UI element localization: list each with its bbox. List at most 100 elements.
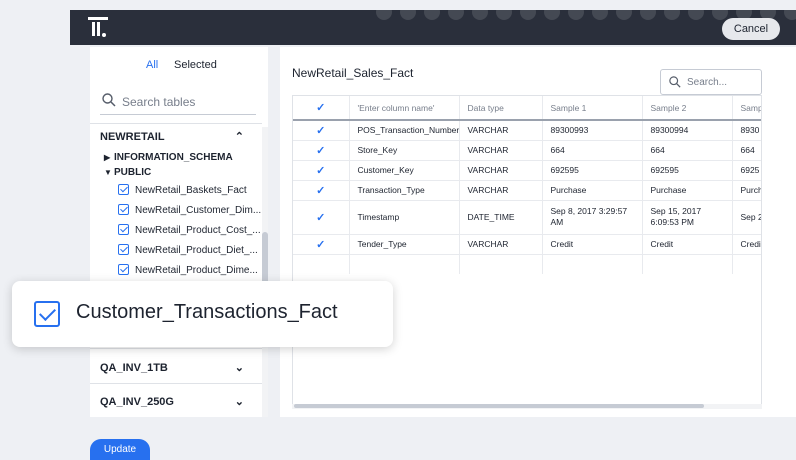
caret-right-icon[interactable]: ▶ xyxy=(104,153,114,162)
table-cell: Purchase xyxy=(542,180,643,201)
table-name: NewRetail_Product_Dime... xyxy=(135,265,258,276)
table-cell: Tender_Type xyxy=(349,234,460,255)
table-row: ✓ Tender_Type VARCHAR Credit Credit Cred… xyxy=(293,234,761,255)
chevron-down-icon[interactable]: ⌄ xyxy=(235,395,244,408)
decorative-dot xyxy=(544,10,560,20)
table-row: ✓ Store_Key VARCHAR 664 664 664 xyxy=(293,140,761,161)
table-row-empty xyxy=(293,254,761,274)
table-cell: VARCHAR xyxy=(459,160,543,181)
table-cell: Purchase xyxy=(642,180,733,201)
decorative-dot xyxy=(592,10,608,20)
decorative-dot xyxy=(616,10,632,20)
database-row-qa-inv-250g[interactable]: QA_INV_250G ⌄ xyxy=(90,388,262,416)
table-cell: 664 xyxy=(642,140,733,161)
search-icon xyxy=(669,76,681,88)
table-cell: VARCHAR xyxy=(459,140,543,161)
search-columns-input[interactable]: Search... xyxy=(660,69,762,95)
row-checkbox[interactable]: ✓ xyxy=(293,180,350,201)
table-item[interactable]: NewRetail_Customer_Dim... xyxy=(118,204,261,220)
decorative-dot xyxy=(568,10,584,20)
decorative-dot xyxy=(472,10,488,20)
column-header: Sample 2 xyxy=(642,96,733,121)
tabs: All Selected xyxy=(90,47,268,79)
checkbox-checked-icon[interactable] xyxy=(118,204,129,215)
database-name: NEWRETAIL xyxy=(100,131,165,143)
table-cell: VARCHAR xyxy=(459,120,543,141)
table-cell: Timestamp xyxy=(349,200,460,235)
table-cell: Purch xyxy=(732,180,761,201)
thoughtspot-logo-icon xyxy=(88,17,108,39)
decorative-dot xyxy=(688,10,704,20)
column-preview-panel: NewRetail_Sales_Fact Search... ✓ 'Enter … xyxy=(280,47,796,417)
table-cell: Credit xyxy=(542,234,643,255)
cancel-button[interactable]: Cancel xyxy=(722,18,780,40)
tab-all[interactable]: All xyxy=(146,59,158,71)
decorative-dot xyxy=(424,10,440,20)
top-bar: Cancel xyxy=(70,10,796,45)
table-selector-panel: All Selected Search tables NEWRETAIL ⌃ ▶… xyxy=(90,47,268,417)
table-cell: VARCHAR xyxy=(459,180,543,201)
table-cell: 89300994 xyxy=(642,120,733,141)
decorative-dot xyxy=(640,10,656,20)
decorative-dot xyxy=(400,10,416,20)
decorative-dot xyxy=(784,10,796,20)
table-cell: POS_Transaction_Number xyxy=(349,120,460,141)
table-cell: VARCHAR xyxy=(459,234,543,255)
decorative-dot xyxy=(496,10,512,20)
chevron-up-icon[interactable]: ⌃ xyxy=(235,130,244,143)
column-header: Sample 1 xyxy=(542,96,643,121)
row-checkbox[interactable]: ✓ xyxy=(293,160,350,181)
tab-selected[interactable]: Selected xyxy=(174,59,217,71)
column-header: Data type xyxy=(459,96,543,121)
update-button[interactable]: Update xyxy=(90,439,150,460)
columns-table: ✓ 'Enter column name' Data type Sample 1… xyxy=(292,95,762,405)
checkbox-checked-icon[interactable] xyxy=(118,184,129,195)
table-cell: Transaction_Type xyxy=(349,180,460,201)
table-item[interactable]: NewRetail_Product_Dime... xyxy=(118,264,258,280)
schema-row-public[interactable]: ▼ PUBLIC xyxy=(104,167,151,178)
schema-name: INFORMATION_SCHEMA xyxy=(114,152,233,163)
database-row-qa-inv-1tb[interactable]: QA_INV_1TB ⌄ xyxy=(90,354,262,382)
decorative-dot xyxy=(448,10,464,20)
column-header: 'Enter column name' xyxy=(349,96,460,121)
checkbox-checked-icon[interactable] xyxy=(118,244,129,255)
chevron-down-icon[interactable]: ⌄ xyxy=(235,361,244,374)
table-name: NewRetail_Customer_Dim... xyxy=(135,205,262,216)
schema-name: PUBLIC xyxy=(114,167,152,178)
table-item[interactable]: NewRetail_Baskets_Fact xyxy=(118,184,247,200)
table-cell: 692595 xyxy=(642,160,733,181)
caret-down-icon[interactable]: ▼ xyxy=(104,168,114,177)
row-checkbox[interactable]: ✓ xyxy=(293,234,350,255)
checkbox-checked-icon[interactable] xyxy=(118,224,129,235)
select-all-checkbox[interactable]: ✓ xyxy=(293,96,350,121)
table-name: NewRetail_Product_Cost_... xyxy=(135,225,261,236)
decorative-dot xyxy=(376,10,392,20)
table-cell: 692595 xyxy=(542,160,643,181)
table-cell: 8930 xyxy=(732,120,761,141)
database-name: QA_INV_250G xyxy=(100,396,174,408)
table-row: ✓ Transaction_Type VARCHAR Purchase Purc… xyxy=(293,180,761,201)
row-checkbox[interactable]: ✓ xyxy=(293,200,350,235)
table-row: ✓ POS_Transaction_Number VARCHAR 8930099… xyxy=(293,120,761,141)
database-row-newretail[interactable]: NEWRETAIL ⌃ xyxy=(90,123,262,151)
row-checkbox[interactable]: ✓ xyxy=(293,140,350,161)
schema-row-information-schema[interactable]: ▶ INFORMATION_SCHEMA xyxy=(104,152,233,163)
table-cell: Store_Key xyxy=(349,140,460,161)
table-cell: 664 xyxy=(732,140,761,161)
checkbox-checked-icon[interactable] xyxy=(118,264,129,275)
search-tables-input[interactable]: Search tables xyxy=(100,89,256,115)
table-cell: Sep 8, 2017 3:29:57 AM xyxy=(542,200,643,235)
highlighted-table-callout[interactable]: Customer_Transactions_Fact xyxy=(12,281,393,347)
table-title: NewRetail_Sales_Fact xyxy=(292,66,414,80)
checkbox-checked-icon[interactable] xyxy=(34,301,60,327)
table-cell: 664 xyxy=(542,140,643,161)
decorative-dot xyxy=(712,10,728,20)
table-cell: 89300993 xyxy=(542,120,643,141)
table-cell: Customer_Key xyxy=(349,160,460,181)
table-item[interactable]: NewRetail_Product_Diet_... xyxy=(118,244,258,260)
row-checkbox[interactable]: ✓ xyxy=(293,120,350,141)
table-item[interactable]: NewRetail_Product_Cost_... xyxy=(118,224,261,240)
horizontal-scrollbar-thumb[interactable] xyxy=(294,404,704,408)
table-row: ✓ Customer_Key VARCHAR 692595 692595 692… xyxy=(293,160,761,181)
table-row: ✓ Timestamp DATE_TIME Sep 8, 2017 3:29:5… xyxy=(293,200,761,235)
